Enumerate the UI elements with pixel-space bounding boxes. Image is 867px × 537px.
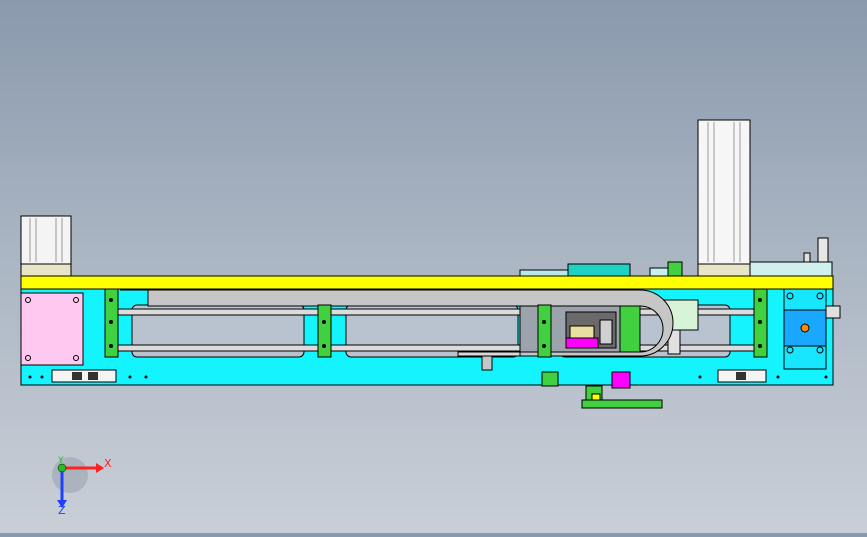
triad-x-label: X <box>104 457 112 470</box>
center-top-parts <box>519 261 683 277</box>
right-motor[interactable] <box>697 119 751 277</box>
left-motor-pad <box>20 292 84 366</box>
assembly-drawing: X Y Z <box>20 119 841 517</box>
cad-viewport[interactable]: X Y Z <box>0 0 867 533</box>
top-plate[interactable] <box>20 275 834 290</box>
right-end-fitting <box>749 237 833 277</box>
triad-z-label: Z <box>58 504 66 517</box>
triad-y-label: Y <box>57 456 64 466</box>
left-motor[interactable] <box>20 215 72 277</box>
axis-triad: X Y Z <box>52 456 112 517</box>
